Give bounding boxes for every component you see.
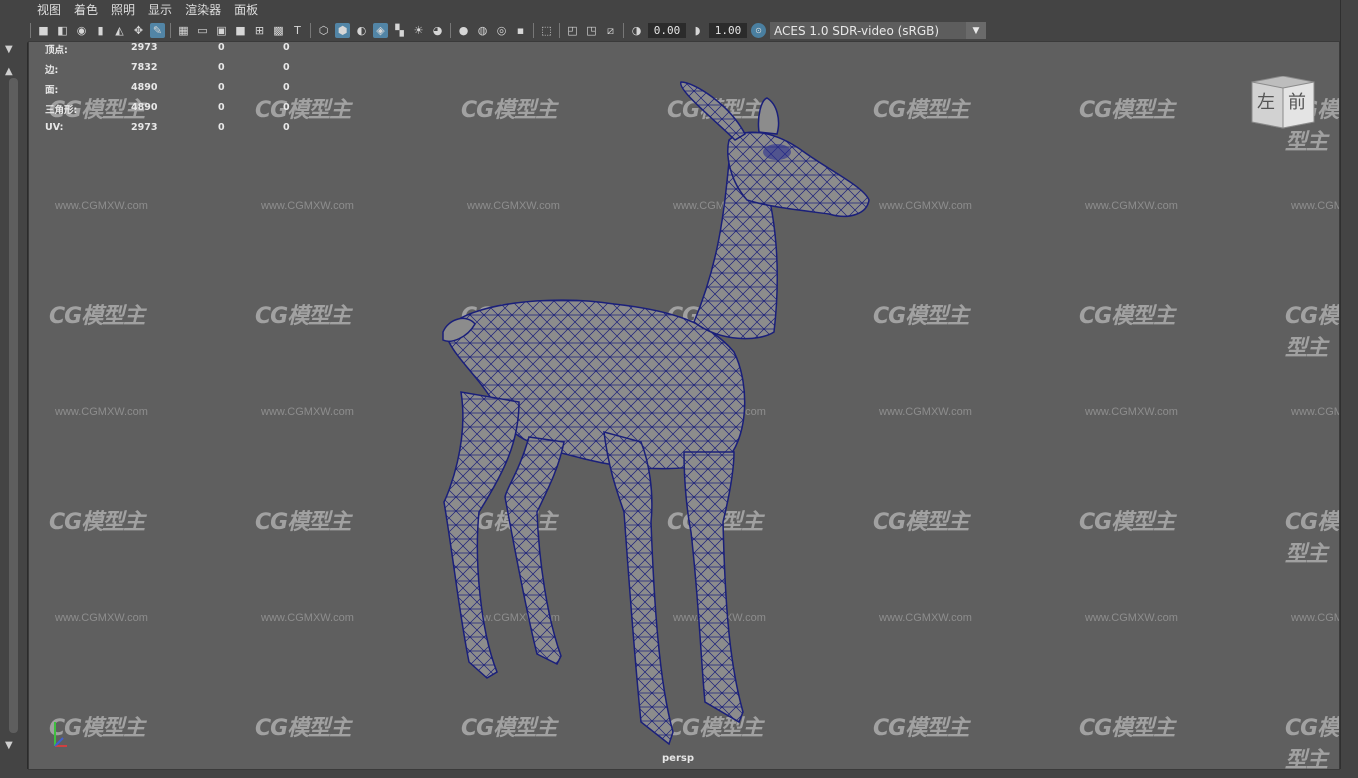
left-scrollbar[interactable]: [9, 78, 18, 733]
perspective-viewport[interactable]: CG模型主CG模型主CG模型主CG模型主CG模型主CG模型主CG模型主CG模型主…: [28, 41, 1340, 770]
toolbar-divider: [170, 23, 171, 38]
view-cube[interactable]: 左 前: [1250, 75, 1316, 136]
toolbar-divider: [30, 23, 31, 38]
toolbar-divider: [450, 23, 451, 38]
right-panel-edge: [1340, 0, 1358, 778]
default-material-icon[interactable]: ◐: [354, 23, 369, 38]
wireframe-icon[interactable]: ⬡: [316, 23, 331, 38]
field-chart-icon[interactable]: ⊞: [252, 23, 267, 38]
anti-aliasing-icon[interactable]: ◎: [494, 23, 509, 38]
toolbar-divider: [533, 23, 534, 38]
deer-model[interactable]: [29, 42, 1339, 769]
wireframe-on-shaded-icon[interactable]: ◈: [373, 23, 388, 38]
xray-icon[interactable]: ◰: [565, 23, 580, 38]
menu-panels[interactable]: 面板: [234, 1, 258, 18]
gamma-field[interactable]: 1.00: [709, 23, 747, 38]
collapse-arrow-icon[interactable]: ▼: [5, 44, 13, 55]
menu-lighting[interactable]: 照明: [111, 1, 135, 18]
grease-pencil-icon[interactable]: ✎: [150, 23, 165, 38]
safe-action-icon[interactable]: ▩: [271, 23, 286, 38]
toolbar-divider: [559, 23, 560, 38]
panel-menubar: 视图 着色 照明 显示 渲染器 面板: [27, 0, 1340, 19]
grid-icon[interactable]: ▦: [176, 23, 191, 38]
xray-active-icon[interactable]: ⧄: [603, 23, 618, 38]
axis-gizmo-icon: [54, 722, 67, 747]
bookmark-icon[interactable]: ▮: [93, 23, 108, 38]
resolution-gate-icon[interactable]: ▣: [214, 23, 229, 38]
exposure-field[interactable]: 0.00: [648, 23, 686, 38]
film-gate-icon[interactable]: ▭: [195, 23, 210, 38]
ocio-icon[interactable]: ⊙: [751, 23, 766, 38]
bottom-edge: [0, 769, 1358, 778]
color-space-dropdown[interactable]: ACES 1.0 SDR-video (sRGB) ▼: [770, 22, 986, 39]
screen-space-ao-icon[interactable]: ●: [456, 23, 471, 38]
depth-of-field-icon[interactable]: ▪: [513, 23, 528, 38]
scroll-down-icon[interactable]: ▼: [5, 740, 13, 751]
camera-icon[interactable]: ■: [36, 23, 51, 38]
textured-icon[interactable]: ▚: [392, 23, 407, 38]
toolbar-divider: [623, 23, 624, 38]
shadows-icon[interactable]: ◕: [430, 23, 445, 38]
viewcube-front-label[interactable]: 前: [1288, 88, 1306, 114]
image-plane-icon[interactable]: ◭: [112, 23, 127, 38]
gate-mask-icon[interactable]: ■: [233, 23, 248, 38]
gamma-icon[interactable]: ◗: [690, 23, 705, 38]
bookmark-camera-icon[interactable]: ◉: [74, 23, 89, 38]
exposure-icon[interactable]: ◑: [629, 23, 644, 38]
deer-mesh[interactable]: [442, 81, 870, 746]
xray-joints-icon[interactable]: ◳: [584, 23, 599, 38]
menu-view[interactable]: 视图: [37, 1, 61, 18]
panel-toolbar: ■ ◧ ◉ ▮ ◭ ✥ ✎ ▦ ▭ ▣ ■ ⊞ ▩ T ⬡ ⬢ ◐ ◈ ▚ ☀ …: [27, 19, 1340, 43]
shaded-icon[interactable]: ⬢: [335, 23, 350, 38]
menu-renderer[interactable]: 渲染器: [185, 1, 221, 18]
color-space-value: ACES 1.0 SDR-video (sRGB): [774, 23, 940, 38]
2d-pan-icon[interactable]: ✥: [131, 23, 146, 38]
safe-title-icon[interactable]: T: [290, 23, 305, 38]
scroll-up-icon[interactable]: ▲: [5, 66, 13, 77]
toolbar-divider: [310, 23, 311, 38]
light-icon[interactable]: ☀: [411, 23, 426, 38]
left-panel: ▼ ▲ ▼: [0, 0, 28, 778]
camera-attributes-icon[interactable]: ◧: [55, 23, 70, 38]
viewcube-left-label[interactable]: 左: [1257, 88, 1275, 114]
isolate-icon[interactable]: ⬚: [539, 23, 554, 38]
chevron-down-icon[interactable]: ▼: [966, 22, 986, 39]
camera-label: persp: [662, 753, 694, 764]
menu-shading[interactable]: 着色: [74, 1, 98, 18]
menu-show[interactable]: 显示: [148, 1, 172, 18]
motion-blur-icon[interactable]: ◍: [475, 23, 490, 38]
